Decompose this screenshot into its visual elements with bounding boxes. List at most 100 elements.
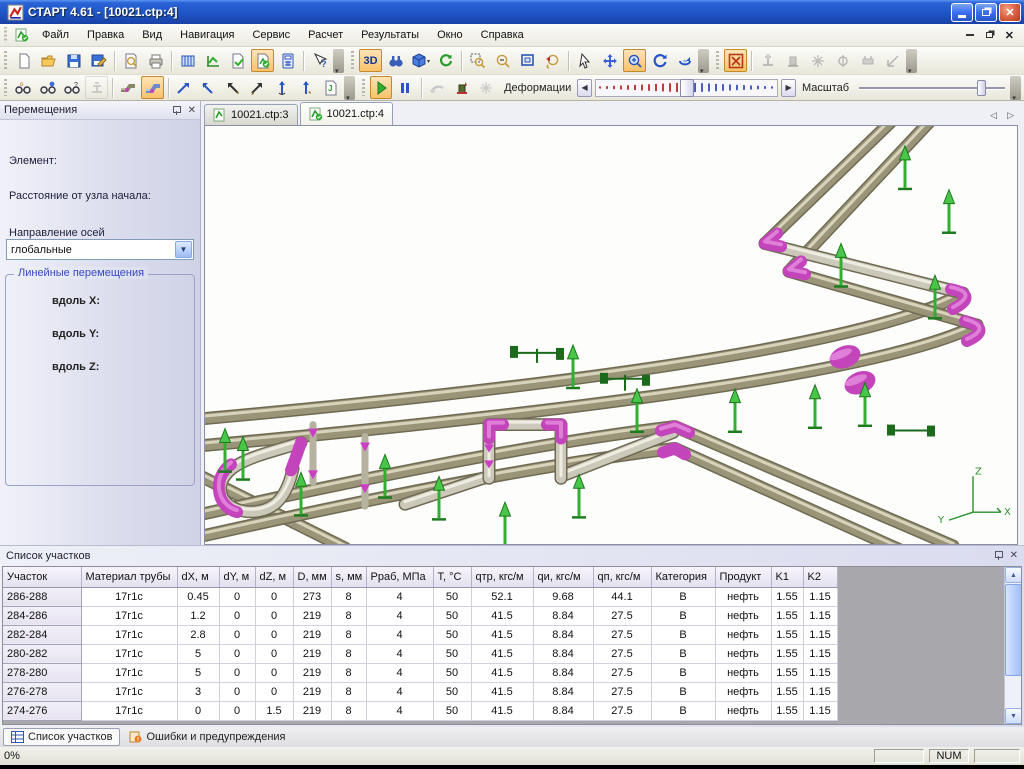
table-cell[interactable]: 219 [293, 644, 331, 663]
toolbar-options-chevron[interactable] [698, 49, 709, 73]
table-cell[interactable]: 219 [293, 682, 331, 701]
refresh-button[interactable] [434, 49, 457, 72]
minimize-button[interactable] [951, 3, 973, 22]
document-tab-10021.ctp:4[interactable]: 10021.ctp:4 [300, 102, 394, 125]
tab-scroll-left-icon[interactable]: ◁ [990, 110, 997, 121]
table-row[interactable]: 274-27617г1с001.5219845041.58.8427.5Внеф… [3, 701, 837, 720]
table-cell[interactable]: 0 [255, 682, 293, 701]
support-tool-3-button[interactable] [806, 49, 829, 72]
pipe-render-button[interactable] [141, 76, 163, 99]
table-cell[interactable]: 1.15 [803, 663, 837, 682]
table-cell[interactable]: нефть [715, 682, 771, 701]
menu-item-правка[interactable]: Правка [78, 26, 133, 44]
panel-close-icon[interactable]: ✕ [188, 105, 196, 116]
panel-close-icon[interactable]: ✕ [1010, 550, 1018, 561]
table-cell[interactable]: 50 [433, 606, 471, 625]
table-cell[interactable]: 8.84 [533, 625, 593, 644]
pipe-view-button[interactable] [117, 76, 139, 99]
column-header[interactable]: T, °C [433, 567, 471, 587]
table-cell[interactable]: 17г1с [81, 644, 177, 663]
table-cell[interactable]: В [651, 663, 715, 682]
menu-item-окно[interactable]: Окно [428, 26, 472, 44]
column-header[interactable]: qтр, кгс/м [471, 567, 533, 587]
mdi-close-icon[interactable]: ✕ [1005, 29, 1014, 42]
table-cell[interactable]: 27.5 [593, 663, 651, 682]
table-row[interactable]: 284-28617г1с1.200219845041.58.8427.5Внеф… [3, 606, 837, 625]
edit-rotation-y-button[interactable] [246, 76, 268, 99]
table-cell[interactable]: 50 [433, 663, 471, 682]
table-cell[interactable]: 1.2 [177, 606, 219, 625]
table-cell[interactable]: 0 [219, 587, 255, 606]
table-cell[interactable]: 8 [331, 701, 366, 720]
view-angle-1-button[interactable]: o [12, 76, 34, 99]
column-header[interactable]: K2 [803, 567, 837, 587]
table-cell[interactable]: 1.15 [803, 606, 837, 625]
table-cell[interactable]: 1.15 [803, 625, 837, 644]
table-cell[interactable]: 8.84 [533, 644, 593, 663]
table-cell[interactable]: 4 [366, 587, 433, 606]
table-cell[interactable]: 4 [366, 606, 433, 625]
table-row[interactable]: 286-28817г1с0.4500273845052.19.6844.1Вне… [3, 587, 837, 606]
scrollbar-thumb[interactable] [1005, 584, 1022, 676]
scroll-up-icon[interactable]: ▲ [1005, 567, 1022, 583]
table-cell[interactable]: 27.5 [593, 701, 651, 720]
table-cell[interactable]: В [651, 701, 715, 720]
view-angle-2-button[interactable] [36, 76, 58, 99]
rotate-screen-button[interactable] [673, 49, 696, 72]
table-cell[interactable]: 2.8 [177, 625, 219, 644]
table-cell[interactable]: 1.15 [803, 644, 837, 663]
support-tool-1-button[interactable] [756, 49, 779, 72]
section-id-cell[interactable]: 274-276 [3, 701, 81, 720]
save-file-button[interactable] [62, 49, 85, 72]
table-cell[interactable]: нефть [715, 701, 771, 720]
table-cell[interactable]: 0 [255, 625, 293, 644]
table-cell[interactable]: 8.84 [533, 682, 593, 701]
table-cell[interactable]: 8.84 [533, 701, 593, 720]
menubar-grip[interactable] [3, 27, 8, 42]
table-cell[interactable]: 0 [219, 644, 255, 663]
column-header[interactable]: Продукт [715, 567, 771, 587]
toolbar-options-chevron[interactable] [906, 49, 917, 73]
table-cell[interactable]: нефть [715, 587, 771, 606]
table-cell[interactable]: 1.55 [771, 644, 803, 663]
table-cell[interactable]: нефть [715, 644, 771, 663]
section-id-cell[interactable]: 282-284 [3, 625, 81, 644]
deformation-slider-thumb[interactable] [680, 79, 694, 97]
table-cell[interactable]: 1.55 [771, 625, 803, 644]
table-cell[interactable]: 0 [219, 625, 255, 644]
table-cell[interactable]: 219 [293, 663, 331, 682]
table-cell[interactable]: 4 [366, 625, 433, 644]
table-cell[interactable]: 1.55 [771, 701, 803, 720]
table-cell[interactable]: 17г1с [81, 625, 177, 644]
table-cell[interactable]: 4 [366, 682, 433, 701]
table-cell[interactable]: 8 [331, 606, 366, 625]
table-cell[interactable]: 41.5 [471, 682, 533, 701]
edit-axis-z-button[interactable] [271, 76, 293, 99]
column-header[interactable]: Рраб, МПа [366, 567, 433, 587]
column-header[interactable]: qп, кгс/м [593, 567, 651, 587]
document-tab-10021.ctp:3[interactable]: 10021.ctp:3 [204, 104, 298, 125]
column-header[interactable]: K1 [771, 567, 803, 587]
table-cell[interactable]: 1.15 [803, 587, 837, 606]
table-cell[interactable]: 1.55 [771, 682, 803, 701]
menu-item-расчет[interactable]: Расчет [299, 26, 352, 44]
table-cell[interactable]: 8.84 [533, 606, 593, 625]
edit-displacement-y-button[interactable] [197, 76, 219, 99]
table-cell[interactable]: 1.15 [803, 682, 837, 701]
zoom-dynamic-button[interactable] [623, 49, 646, 72]
view-angle-3-button[interactable]: ? [61, 76, 83, 99]
new-file-button[interactable] [12, 49, 35, 72]
section-id-cell[interactable]: 278-280 [3, 663, 81, 682]
table-cell[interactable]: 0 [219, 606, 255, 625]
table-cell[interactable]: 9.68 [533, 587, 593, 606]
table-cell[interactable]: нефть [715, 625, 771, 644]
table-cell[interactable]: 17г1с [81, 606, 177, 625]
select-pointer-button[interactable] [573, 49, 596, 72]
table-row[interactable]: 280-28217г1с500219845041.58.8427.5Внефть… [3, 644, 837, 663]
table-cell[interactable]: 1.5 [255, 701, 293, 720]
table-cell[interactable]: 50 [433, 587, 471, 606]
viewport-3d[interactable]: Z X Y [204, 125, 1018, 545]
table-cell[interactable]: 17г1с [81, 682, 177, 701]
table-cell[interactable]: 41.5 [471, 663, 533, 682]
table-cell[interactable]: В [651, 644, 715, 663]
